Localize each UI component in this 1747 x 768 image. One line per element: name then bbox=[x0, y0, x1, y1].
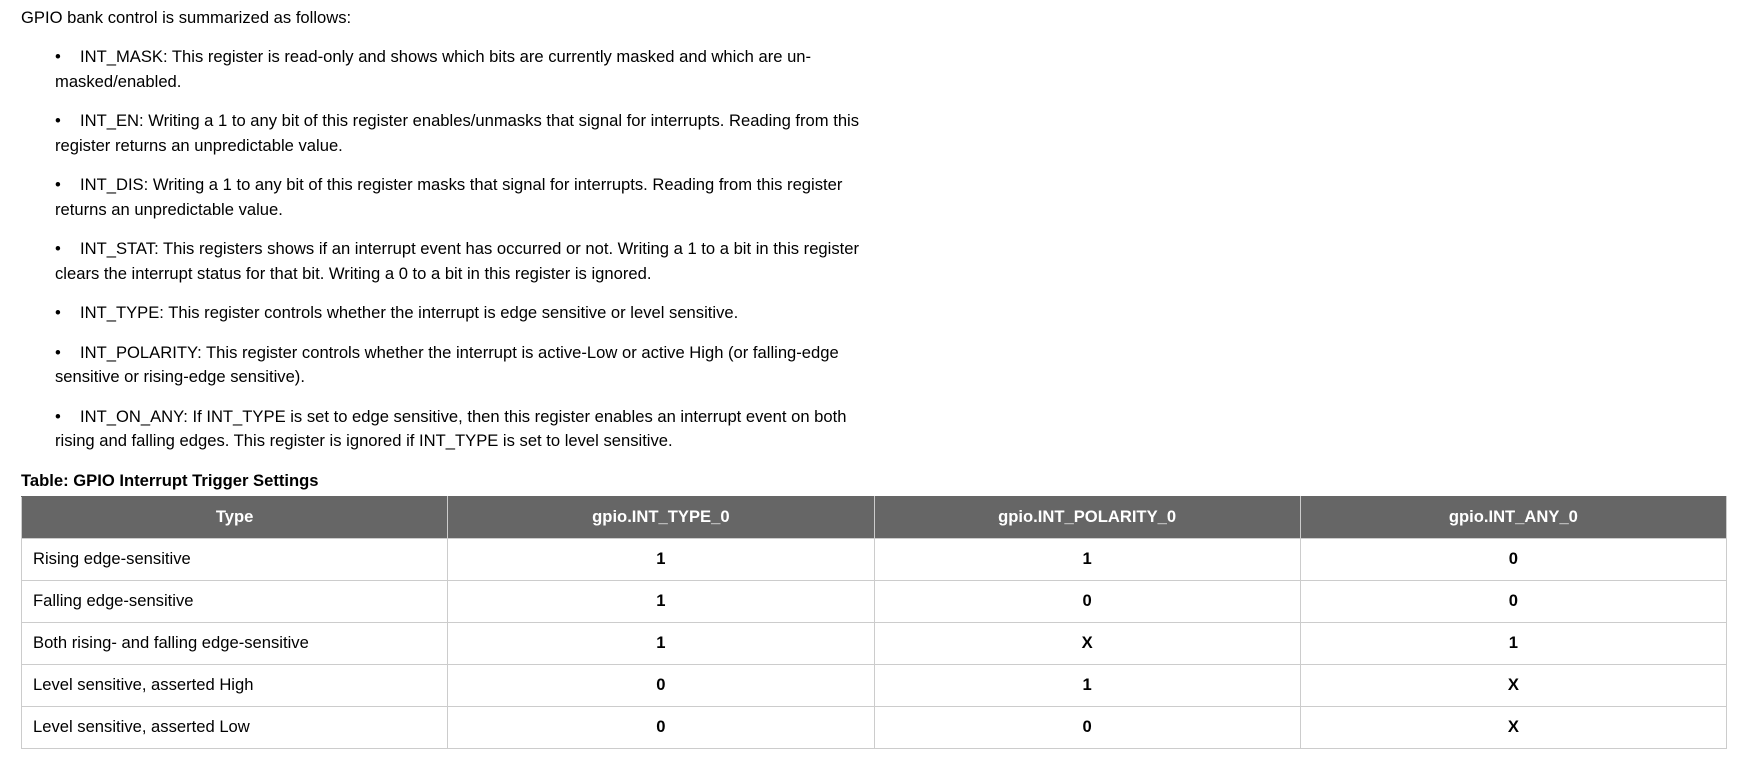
table-row: Level sensitive, asserted High 0 1 X bbox=[20, 664, 1728, 707]
list-item: • INT_ON_ANY: If INT_TYPE is set to edge … bbox=[55, 405, 915, 454]
row-type-cell: Level sensitive, asserted High bbox=[20, 664, 449, 707]
list-item: • INT_POLARITY: This register controls wh… bbox=[55, 341, 915, 390]
list-item: • INT_DIS: Writing a 1 to any bit of this… bbox=[55, 173, 915, 222]
list-item-text: INT_TYPE: This register controls whether… bbox=[80, 303, 739, 322]
column-header-int-any: gpio.INT_ANY_0 bbox=[1299, 496, 1728, 539]
list-item-text: returns an unpredictable value. bbox=[55, 199, 283, 219]
int-type-cell: 1 bbox=[447, 580, 875, 623]
int-type-cell: 0 bbox=[447, 706, 875, 749]
list-item-text: rising and falling edges. This register … bbox=[55, 431, 673, 450]
row-type-cell: Both rising- and falling edge-sensitive bbox=[20, 622, 449, 665]
list-item-text: INT_MASK: This register is read-only and… bbox=[80, 47, 812, 66]
bullet-icon: • bbox=[55, 303, 61, 322]
int-type-cell: 1 bbox=[447, 538, 875, 581]
bullet-icon: • bbox=[55, 239, 61, 258]
bullet-icon: • bbox=[55, 342, 61, 362]
list-item-text: sensitive or rising-edge sensitive). bbox=[55, 367, 305, 386]
column-header-type: Type bbox=[20, 496, 449, 539]
row-type-cell: Rising edge-sensitive bbox=[20, 538, 449, 581]
document-page: GPIO bank control is summarized as follo… bbox=[0, 0, 1747, 768]
bullet-icon: • bbox=[55, 47, 61, 66]
column-header-int-type: gpio.INT_TYPE_0 bbox=[447, 496, 875, 539]
list-item: • INT_EN: Writing a 1 to any bit of this … bbox=[55, 109, 915, 158]
int-polarity-cell: 0 bbox=[873, 580, 1301, 623]
list-item-text: INT_DIS: Writing a 1 to any bit of this … bbox=[80, 175, 843, 194]
int-polarity-cell: 1 bbox=[873, 664, 1301, 707]
int-type-cell: 1 bbox=[447, 622, 875, 665]
bullet-icon: • bbox=[55, 111, 61, 130]
list-item: • INT_STAT: This registers shows if an in… bbox=[55, 237, 915, 286]
int-polarity-cell: 0 bbox=[873, 706, 1301, 749]
list-item-text: INT_EN: Writing a 1 to any bit of this r… bbox=[80, 111, 860, 130]
table-header-row: Type gpio.INT_TYPE_0 gpio.INT_POLARITY_0… bbox=[20, 496, 1728, 539]
list-item-text: INT_STAT: This registers shows if an int… bbox=[80, 239, 860, 258]
int-polarity-cell: X bbox=[873, 622, 1301, 665]
column-header-int-polarity: gpio.INT_POLARITY_0 bbox=[873, 496, 1301, 539]
gpio-interrupt-trigger-table: Type gpio.INT_TYPE_0 gpio.INT_POLARITY_0… bbox=[20, 496, 1728, 749]
list-item-text: clears the interrupt status for that bit… bbox=[55, 263, 652, 283]
table-row: Level sensitive, asserted Low 0 0 X bbox=[20, 706, 1728, 749]
list-item: • INT_MASK: This register is read-only an… bbox=[55, 45, 915, 94]
table-caption: Table: GPIO Interrupt Trigger Settings bbox=[21, 471, 319, 490]
list-item-text: INT_ON_ANY: If INT_TYPE is set to edge s… bbox=[80, 406, 847, 426]
int-any-cell: X bbox=[1299, 706, 1728, 749]
list-item-text: masked/enabled. bbox=[55, 71, 182, 91]
bullet-icon: • bbox=[55, 406, 61, 426]
row-type-cell: Level sensitive, asserted Low bbox=[20, 706, 449, 749]
row-type-cell: Falling edge-sensitive bbox=[20, 580, 449, 623]
int-type-cell: 0 bbox=[447, 664, 875, 707]
list-item: • INT_TYPE: This register controls whethe… bbox=[55, 301, 915, 326]
intro-paragraph: GPIO bank control is summarized as follo… bbox=[21, 8, 352, 27]
int-any-cell: 0 bbox=[1299, 580, 1728, 623]
table-row: Rising edge-sensitive 1 1 0 bbox=[20, 538, 1728, 581]
table-row: Both rising- and falling edge-sensitive … bbox=[20, 622, 1728, 665]
int-any-cell: X bbox=[1299, 664, 1728, 707]
int-any-cell: 1 bbox=[1299, 622, 1728, 665]
bullet-icon: • bbox=[55, 175, 61, 194]
list-item-text: register returns an unpredictable value. bbox=[55, 135, 343, 155]
table-row: Falling edge-sensitive 1 0 0 bbox=[20, 580, 1728, 623]
int-polarity-cell: 1 bbox=[873, 538, 1301, 581]
list-item-text: INT_POLARITY: This register controls whe… bbox=[80, 342, 839, 362]
register-list: • INT_MASK: This register is read-only an… bbox=[55, 45, 915, 469]
int-any-cell: 0 bbox=[1299, 538, 1728, 581]
